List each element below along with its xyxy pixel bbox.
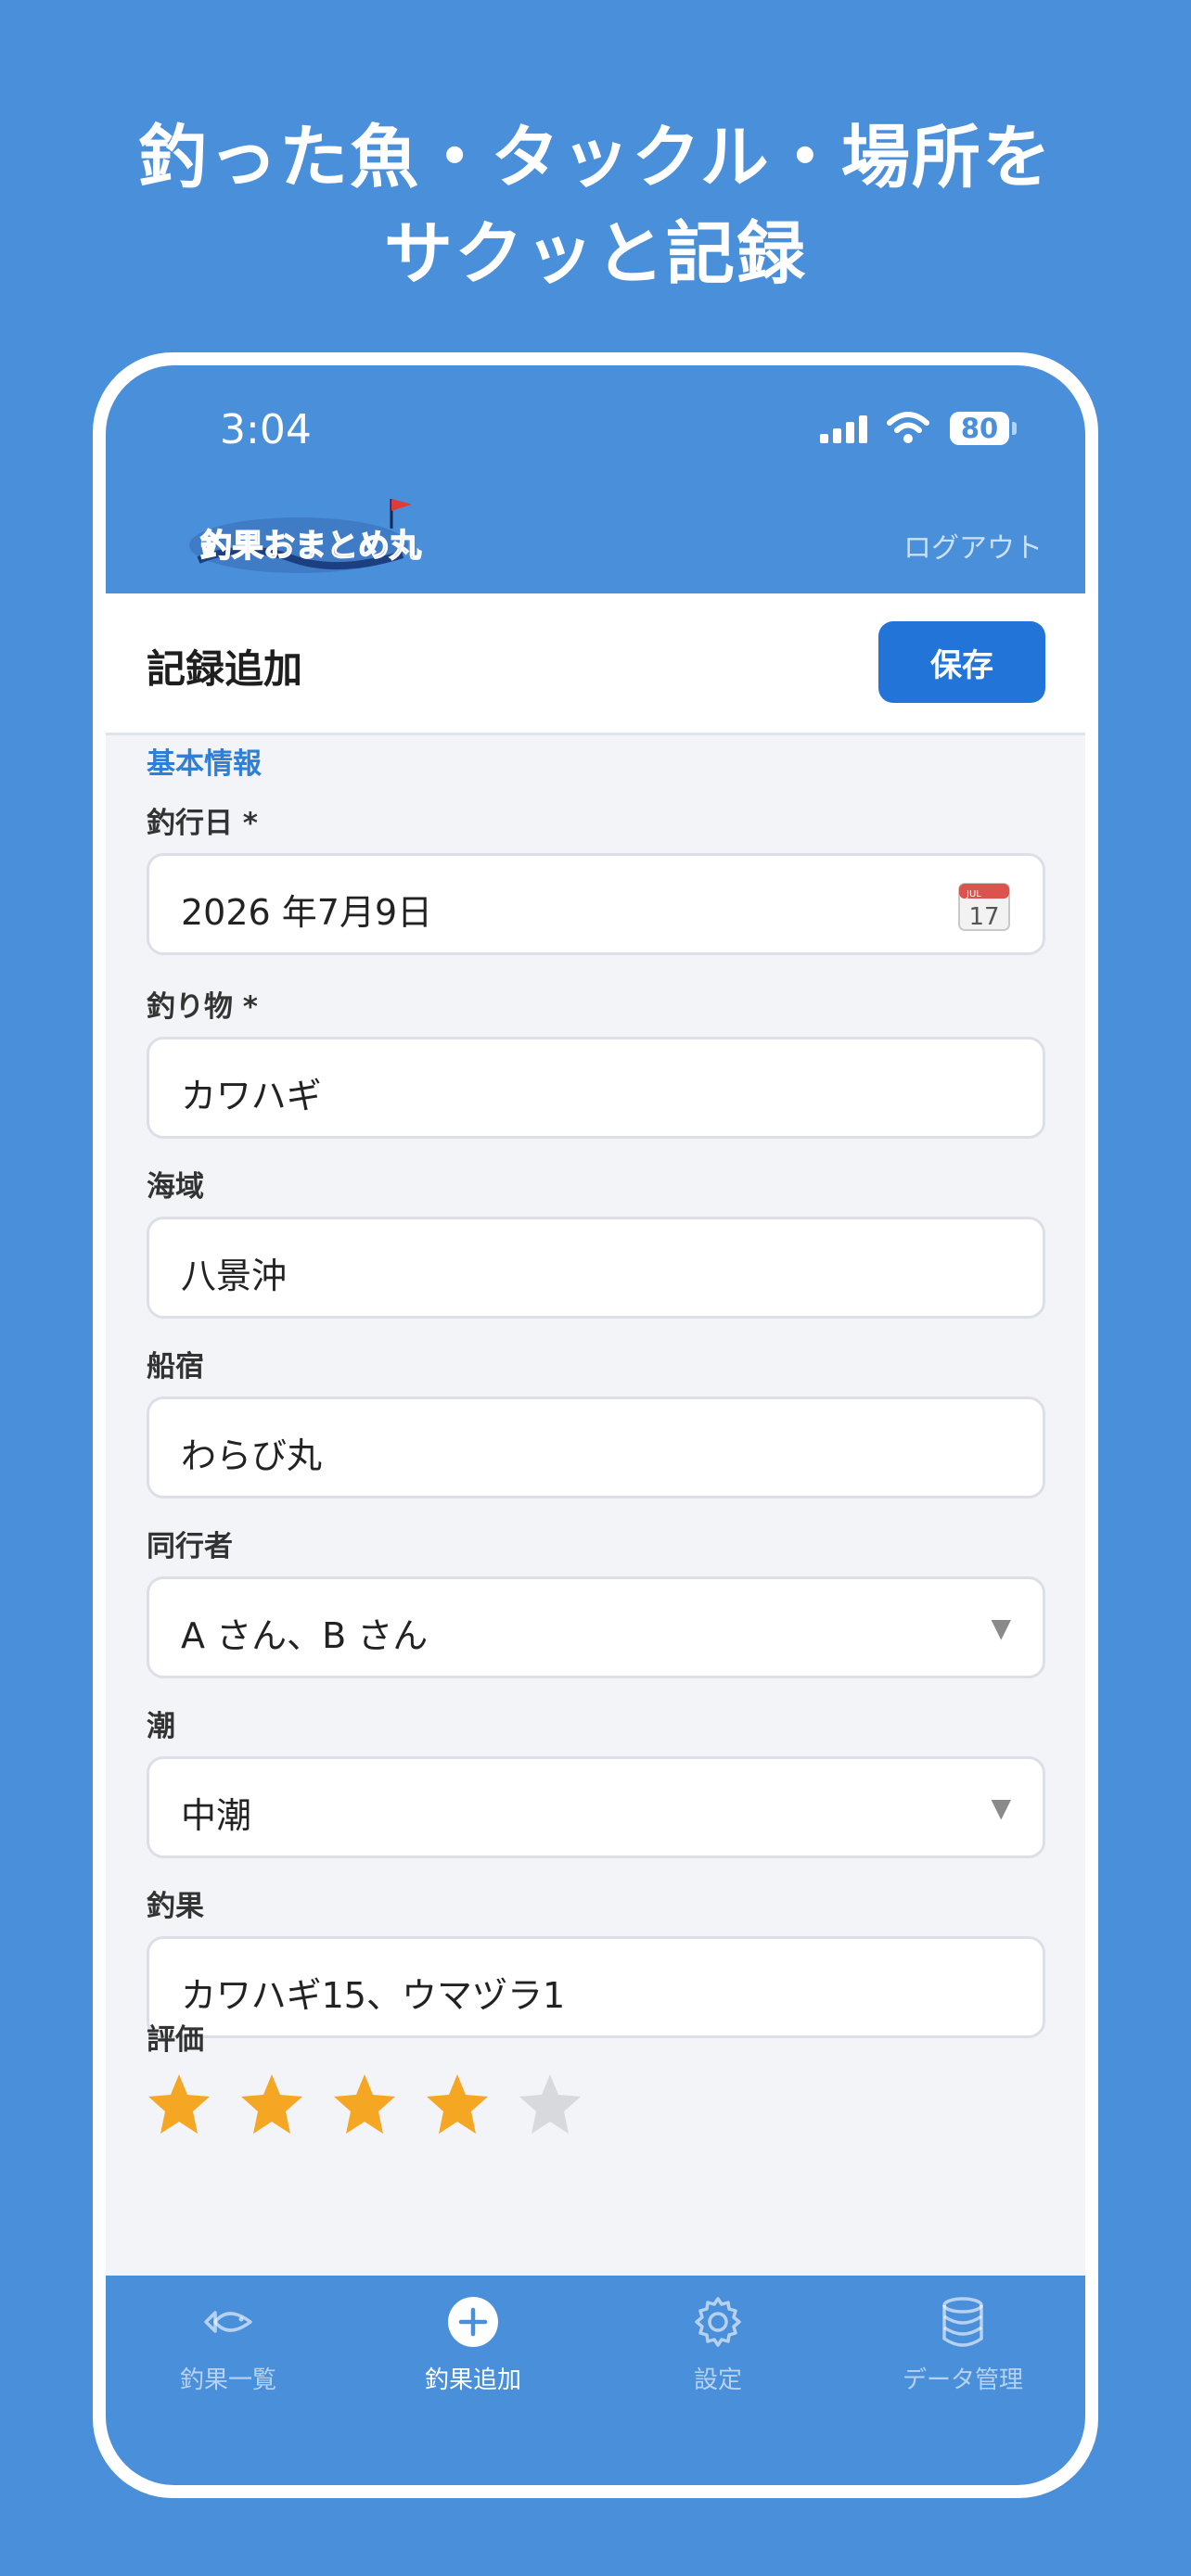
- star-filled-icon[interactable]: [332, 2072, 397, 2136]
- tab-bar: 釣果一覧 釣果追加 設定 データ管理: [106, 2276, 1085, 2485]
- target-fish-label: 釣り物 *: [147, 990, 259, 1024]
- app-header: 釣果おまとめ丸 ログアウト: [106, 486, 1085, 593]
- sea-area-value: 八景沖: [181, 1256, 288, 1296]
- status-time: 3:04: [220, 406, 312, 453]
- date-value: 2026 年7月9日: [181, 892, 433, 933]
- rating-label: 評価: [147, 2023, 204, 2057]
- tab-label: 設定: [693, 2366, 742, 2394]
- svg-text:釣果おまとめ丸: 釣果おまとめ丸: [200, 528, 421, 565]
- dropdown-caret-icon: ▼: [991, 1613, 1011, 1643]
- tab-settings[interactable]: 設定: [596, 2276, 840, 2405]
- gear-icon: [695, 2297, 741, 2347]
- fish-icon: [204, 2311, 252, 2333]
- star-filled-icon[interactable]: [425, 2072, 490, 2136]
- tab-label: 釣果一覧: [179, 2366, 276, 2394]
- page-title: 記録追加: [147, 646, 303, 692]
- companions-select[interactable]: A さん、B さん ▼: [147, 1576, 1045, 1678]
- sea-area-label: 海域: [147, 1170, 204, 1204]
- phone-screen: 3:04 80 釣果おまとめ丸 ログアウト 記録追加 保存 基本情報 釣行日 *…: [106, 365, 1085, 2485]
- tab-add-catch[interactable]: 釣果追加: [351, 2276, 596, 2405]
- tide-select[interactable]: 中潮 ▼: [147, 1756, 1045, 1858]
- headline-line-2: サクッと記録: [384, 214, 807, 294]
- tab-label: データ管理: [902, 2366, 1023, 2394]
- catch-result-field[interactable]: カワハギ15、ウマヅラ1: [147, 1936, 1045, 2038]
- tab-data-management[interactable]: データ管理: [840, 2276, 1085, 2405]
- save-button[interactable]: 保存: [878, 621, 1045, 703]
- plus-circle-icon: [448, 2297, 498, 2347]
- boat-inn-value: わらび丸: [181, 1435, 323, 1476]
- boat-inn-field[interactable]: わらび丸: [147, 1396, 1045, 1498]
- date-field[interactable]: 2026 年7月9日 JUL 17: [147, 853, 1045, 955]
- tide-value: 中潮: [181, 1795, 252, 1836]
- tab-label: 釣果追加: [424, 2366, 521, 2394]
- dropdown-caret-icon: ▼: [991, 1792, 1011, 1823]
- calendar-icon[interactable]: JUL 17: [957, 878, 1011, 932]
- sea-area-field[interactable]: 八景沖: [147, 1217, 1045, 1319]
- battery-level: 80: [950, 412, 1009, 445]
- database-icon: [942, 2297, 983, 2347]
- calendar-month: JUL: [966, 889, 981, 899]
- target-fish-field[interactable]: カワハギ: [147, 1037, 1045, 1139]
- star-empty-icon[interactable]: [518, 2072, 583, 2136]
- cellular-signal-icon: [820, 415, 867, 443]
- tide-label: 潮: [147, 1710, 175, 1743]
- catch-result-value: カワハギ15、ウマヅラ1: [181, 1975, 566, 2016]
- target-fish-value: カワハギ: [181, 1076, 322, 1116]
- calendar-day: 17: [968, 903, 999, 931]
- title-bar: 記録追加 保存: [106, 593, 1085, 735]
- wifi-icon: [887, 412, 929, 443]
- companions-label: 同行者: [147, 1530, 233, 1563]
- tab-catch-list[interactable]: 釣果一覧: [106, 2276, 351, 2405]
- promo-headline: 釣った魚・タックル・場所を サクッと記録: [0, 109, 1191, 302]
- headline-line-1: 釣った魚・タックル・場所を: [138, 118, 1053, 198]
- star-filled-icon[interactable]: [147, 2072, 211, 2136]
- catch-result-label: 釣果: [147, 1890, 204, 1923]
- star-filled-icon[interactable]: [239, 2072, 304, 2136]
- section-title: 基本情報: [147, 747, 262, 781]
- battery-tip: [1012, 422, 1017, 435]
- boat-inn-label: 船宿: [147, 1350, 204, 1384]
- logout-button[interactable]: ログアウト: [903, 525, 1043, 566]
- companions-value: A さん、B さん: [181, 1615, 429, 1656]
- date-label: 釣行日 *: [147, 807, 259, 840]
- status-bar: 3:04 80: [106, 365, 1085, 486]
- app-logo: 釣果おまとめ丸: [189, 499, 422, 573]
